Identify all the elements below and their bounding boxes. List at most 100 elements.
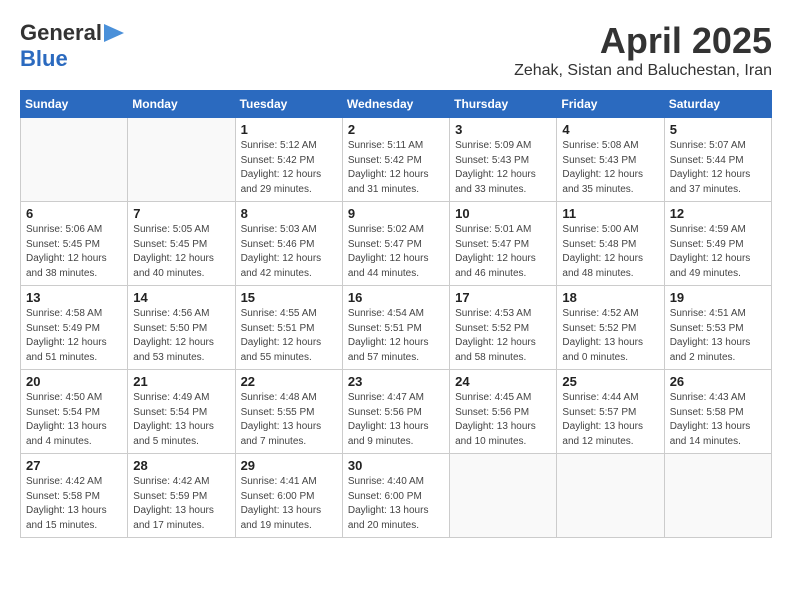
day-number: 3	[455, 122, 551, 137]
day-info: Sunrise: 5:02 AM Sunset: 5:47 PM Dayligh…	[348, 223, 444, 281]
day-info: Sunrise: 4:51 AM Sunset: 5:53 PM Dayligh…	[670, 307, 766, 365]
calendar-header-saturday: Saturday	[664, 91, 771, 118]
calendar-header-row: SundayMondayTuesdayWednesdayThursdayFrid…	[21, 91, 772, 118]
day-info: Sunrise: 4:54 AM Sunset: 5:51 PM Dayligh…	[348, 307, 444, 365]
day-info: Sunrise: 5:03 AM Sunset: 5:46 PM Dayligh…	[241, 223, 337, 281]
day-number: 22	[241, 374, 337, 389]
calendar-header-monday: Monday	[128, 91, 235, 118]
day-info: Sunrise: 4:59 AM Sunset: 5:49 PM Dayligh…	[670, 223, 766, 281]
calendar-header-wednesday: Wednesday	[342, 91, 449, 118]
day-number: 2	[348, 122, 444, 137]
day-number: 1	[241, 122, 337, 137]
day-info: Sunrise: 4:45 AM Sunset: 5:56 PM Dayligh…	[455, 391, 551, 449]
calendar-cell: 19 Sunrise: 4:51 AM Sunset: 5:53 PM Dayli…	[664, 286, 771, 370]
calendar-week-row-4: 20Sunrise: 4:50 AM Sunset: 5:54 PM Dayli…	[21, 370, 772, 454]
calendar-cell: 4 Sunrise: 5:08 AM Sunset: 5:43 PM Daylig…	[557, 118, 664, 202]
calendar-cell: 5Sunrise: 5:07 AM Sunset: 5:44 PM Daylig…	[664, 118, 771, 202]
day-number: 16	[348, 290, 444, 305]
calendar-cell: 10 Sunrise: 5:01 AM Sunset: 5:47 PM Dayli…	[450, 202, 557, 286]
day-number: 23	[348, 374, 444, 389]
calendar-cell: 26 Sunrise: 4:43 AM Sunset: 5:58 PM Dayli…	[664, 370, 771, 454]
calendar-cell: 3 Sunrise: 5:09 AM Sunset: 5:43 PM Daylig…	[450, 118, 557, 202]
day-info: Sunrise: 4:42 AM Sunset: 5:59 PM Dayligh…	[133, 475, 229, 533]
day-number: 13	[26, 290, 122, 305]
calendar-cell: 28Sunrise: 4:42 AM Sunset: 5:59 PM Dayli…	[128, 454, 235, 538]
day-info: Sunrise: 4:40 AM Sunset: 6:00 PM Dayligh…	[348, 475, 444, 533]
calendar-cell: 27 Sunrise: 4:42 AM Sunset: 5:58 PM Dayli…	[21, 454, 128, 538]
calendar-cell	[128, 118, 235, 202]
calendar-cell: 9 Sunrise: 5:02 AM Sunset: 5:47 PM Daylig…	[342, 202, 449, 286]
day-number: 26	[670, 374, 766, 389]
calendar-week-row-5: 27 Sunrise: 4:42 AM Sunset: 5:58 PM Dayli…	[21, 454, 772, 538]
calendar-cell: 29 Sunrise: 4:41 AM Sunset: 6:00 PM Dayli…	[235, 454, 342, 538]
calendar-cell: 15 Sunrise: 4:55 AM Sunset: 5:51 PM Dayli…	[235, 286, 342, 370]
day-number: 19	[670, 290, 766, 305]
calendar-cell: 2 Sunrise: 5:11 AM Sunset: 5:42 PM Daylig…	[342, 118, 449, 202]
day-number: 8	[241, 206, 337, 221]
day-info: Sunrise: 4:55 AM Sunset: 5:51 PM Dayligh…	[241, 307, 337, 365]
day-number: 15	[241, 290, 337, 305]
day-number: 30	[348, 458, 444, 473]
logo-text-general: General	[20, 20, 102, 46]
calendar-cell	[664, 454, 771, 538]
day-info: Sunrise: 5:00 AM Sunset: 5:48 PM Dayligh…	[562, 223, 658, 281]
calendar-week-row-3: 13Sunrise: 4:58 AM Sunset: 5:49 PM Dayli…	[21, 286, 772, 370]
calendar-cell: 18Sunrise: 4:52 AM Sunset: 5:52 PM Dayli…	[557, 286, 664, 370]
day-info: Sunrise: 5:08 AM Sunset: 5:43 PM Dayligh…	[562, 139, 658, 197]
day-info: Sunrise: 4:49 AM Sunset: 5:54 PM Dayligh…	[133, 391, 229, 449]
day-number: 17	[455, 290, 551, 305]
calendar-cell: 1 Sunrise: 5:12 AM Sunset: 5:42 PM Daylig…	[235, 118, 342, 202]
day-number: 12	[670, 206, 766, 221]
calendar-cell	[21, 118, 128, 202]
day-number: 6	[26, 206, 122, 221]
day-info: Sunrise: 5:12 AM Sunset: 5:42 PM Dayligh…	[241, 139, 337, 197]
logo-arrow-icon	[104, 24, 124, 42]
calendar-table: SundayMondayTuesdayWednesdayThursdayFrid…	[20, 90, 772, 538]
day-number: 21	[133, 374, 229, 389]
day-number: 29	[241, 458, 337, 473]
day-number: 9	[348, 206, 444, 221]
day-info: Sunrise: 4:56 AM Sunset: 5:50 PM Dayligh…	[133, 307, 229, 365]
day-number: 7	[133, 206, 229, 221]
day-number: 25	[562, 374, 658, 389]
day-info: Sunrise: 4:50 AM Sunset: 5:54 PM Dayligh…	[26, 391, 122, 449]
calendar-header-tuesday: Tuesday	[235, 91, 342, 118]
day-info: Sunrise: 4:41 AM Sunset: 6:00 PM Dayligh…	[241, 475, 337, 533]
calendar-cell: 17Sunrise: 4:53 AM Sunset: 5:52 PM Dayli…	[450, 286, 557, 370]
day-number: 11	[562, 206, 658, 221]
day-info: Sunrise: 4:44 AM Sunset: 5:57 PM Dayligh…	[562, 391, 658, 449]
calendar-cell: 11 Sunrise: 5:00 AM Sunset: 5:48 PM Dayli…	[557, 202, 664, 286]
calendar-cell: 8 Sunrise: 5:03 AM Sunset: 5:46 PM Daylig…	[235, 202, 342, 286]
calendar-cell	[450, 454, 557, 538]
calendar-cell: 30 Sunrise: 4:40 AM Sunset: 6:00 PM Dayli…	[342, 454, 449, 538]
calendar-week-row-2: 6 Sunrise: 5:06 AM Sunset: 5:45 PM Daylig…	[21, 202, 772, 286]
day-info: Sunrise: 5:06 AM Sunset: 5:45 PM Dayligh…	[26, 223, 122, 281]
day-number: 24	[455, 374, 551, 389]
calendar-header-sunday: Sunday	[21, 91, 128, 118]
day-info: Sunrise: 5:11 AM Sunset: 5:42 PM Dayligh…	[348, 139, 444, 197]
day-number: 4	[562, 122, 658, 137]
calendar-cell: 12 Sunrise: 4:59 AM Sunset: 5:49 PM Dayli…	[664, 202, 771, 286]
day-info: Sunrise: 4:52 AM Sunset: 5:52 PM Dayligh…	[562, 307, 658, 365]
calendar-cell: 7Sunrise: 5:05 AM Sunset: 5:45 PM Daylig…	[128, 202, 235, 286]
day-number: 27	[26, 458, 122, 473]
day-info: Sunrise: 5:01 AM Sunset: 5:47 PM Dayligh…	[455, 223, 551, 281]
logo: General Blue	[20, 20, 124, 72]
day-number: 10	[455, 206, 551, 221]
calendar-cell: 13Sunrise: 4:58 AM Sunset: 5:49 PM Dayli…	[21, 286, 128, 370]
day-info: Sunrise: 5:09 AM Sunset: 5:43 PM Dayligh…	[455, 139, 551, 197]
calendar-cell: 23 Sunrise: 4:47 AM Sunset: 5:56 PM Dayli…	[342, 370, 449, 454]
logo-text-blue: Blue	[20, 46, 68, 71]
page-header: General Blue April 2025 Zehak, Sistan an…	[20, 20, 772, 80]
day-info: Sunrise: 4:43 AM Sunset: 5:58 PM Dayligh…	[670, 391, 766, 449]
day-number: 5	[670, 122, 766, 137]
day-info: Sunrise: 4:47 AM Sunset: 5:56 PM Dayligh…	[348, 391, 444, 449]
day-info: Sunrise: 4:48 AM Sunset: 5:55 PM Dayligh…	[241, 391, 337, 449]
title-area: April 2025 Zehak, Sistan and Baluchestan…	[514, 20, 772, 80]
calendar-cell	[557, 454, 664, 538]
calendar-cell: 21 Sunrise: 4:49 AM Sunset: 5:54 PM Dayli…	[128, 370, 235, 454]
day-info: Sunrise: 4:42 AM Sunset: 5:58 PM Dayligh…	[26, 475, 122, 533]
calendar-cell: 24 Sunrise: 4:45 AM Sunset: 5:56 PM Dayli…	[450, 370, 557, 454]
page-title: April 2025	[514, 20, 772, 62]
calendar-cell: 25 Sunrise: 4:44 AM Sunset: 5:57 PM Dayli…	[557, 370, 664, 454]
